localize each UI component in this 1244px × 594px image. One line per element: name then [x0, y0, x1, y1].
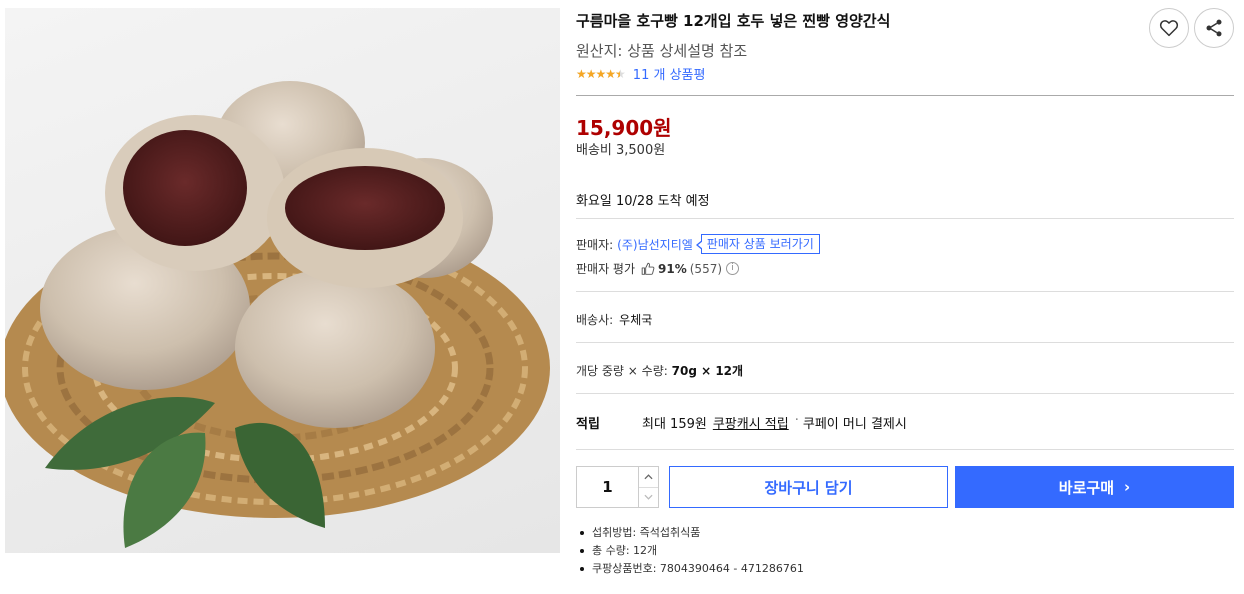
spec-row: 개당 중량 × 수량: 70g × 12개: [576, 362, 743, 379]
thumbs-up-icon: [641, 262, 655, 275]
seller-row: 판매자: (주)남선지티엘 판매자 상품 보러가기: [576, 234, 820, 254]
wishlist-button[interactable]: [1149, 8, 1189, 48]
reward-pay-text: 쿠페이 머니 결제시: [802, 417, 907, 432]
quantity-decrease-button[interactable]: [639, 486, 658, 508]
courier-row: 배송사: 우체국: [576, 311, 652, 328]
product-image[interactable]: [5, 8, 560, 553]
chevron-right-icon: ›: [1124, 478, 1131, 496]
rating-stars-filled: ★★★★★: [576, 66, 620, 81]
spec-value: 70g × 12개: [671, 364, 744, 378]
quantity-increase-button[interactable]: [639, 467, 658, 487]
detail-item: 쿠팡상품번호: 7804390464 - 471286761: [576, 560, 804, 578]
divider: [576, 291, 1234, 292]
divider: [576, 342, 1234, 343]
share-icon: [1206, 19, 1222, 37]
coupang-cash-link[interactable]: 쿠팡캐시 적립: [713, 413, 789, 432]
divider: [576, 393, 1234, 394]
courier-label: 배송사:: [576, 313, 614, 327]
chevron-down-icon: [644, 495, 653, 500]
spec-label: 개당 중량 × 수량:: [576, 364, 668, 378]
product-price: 15,900원: [576, 116, 672, 140]
divider: [576, 95, 1234, 96]
reward-row: 적립 최대 159원 쿠팡캐시 적립 · 쿠페이 머니 결제시: [576, 413, 907, 432]
product-rating: ★★★★★ ★★★★★ 11 개 상품평: [576, 64, 706, 84]
review-count-link[interactable]: 11 개 상품평: [633, 64, 706, 83]
quantity-value[interactable]: 1: [577, 467, 638, 507]
share-button[interactable]: [1194, 8, 1234, 48]
seller-name-link[interactable]: (주)남선지티엘: [617, 236, 693, 253]
reward-separator: ·: [794, 413, 799, 428]
buy-now-button[interactable]: 바로구매 ›: [955, 466, 1234, 508]
shipping-fee: 배송비 3,500원: [576, 143, 666, 158]
quantity-arrows: [638, 467, 658, 507]
heart-icon: [1159, 20, 1179, 37]
reward-label: 적립: [576, 417, 600, 432]
info-icon[interactable]: i: [726, 262, 740, 275]
product-details-list: 섭취방법: 즉석섭취식품 총 수량: 12개 쿠팡상품번호: 780439046…: [576, 524, 804, 578]
seller-rating-percent: 91%: [658, 261, 687, 276]
seller-rating-row: 판매자 평가 91% (557) i: [576, 260, 740, 277]
product-info-panel: 구름마을 호구빵 12개입 호두 넣은 찐빵 영양간식 원산지: 상품 상세설명…: [576, 0, 1234, 594]
arrival-date: 화요일 10/28 도착 예정: [576, 194, 710, 209]
chevron-up-icon: [644, 474, 653, 479]
rating-stars: ★★★★★ ★★★★★: [576, 66, 626, 81]
quantity-stepper[interactable]: 1: [576, 466, 659, 508]
product-image-illustration: [5, 81, 550, 548]
product-title: 구름마을 호구빵 12개입 호두 넣은 찐빵 영양간식: [576, 12, 891, 30]
divider: [576, 218, 1234, 219]
add-to-cart-button[interactable]: 장바구니 담기: [669, 466, 948, 508]
seller-label: 판매자:: [576, 237, 614, 252]
detail-item: 섭취방법: 즉석섭취식품: [576, 524, 804, 542]
detail-item: 총 수량: 12개: [576, 542, 804, 560]
seller-rating-label: 판매자 평가: [576, 262, 636, 276]
seller-products-link[interactable]: 판매자 상품 보러가기: [695, 234, 820, 254]
add-to-cart-label: 장바구니 담기: [764, 478, 853, 497]
product-origin: 원산지: 상품 상세설명 참조: [576, 42, 748, 60]
reward-amount: 최대 159원: [642, 417, 707, 432]
courier-value: 우체국: [619, 313, 653, 327]
divider: [576, 449, 1234, 450]
buy-now-label: 바로구매: [1058, 478, 1114, 497]
seller-rating-count: (557): [689, 261, 723, 276]
